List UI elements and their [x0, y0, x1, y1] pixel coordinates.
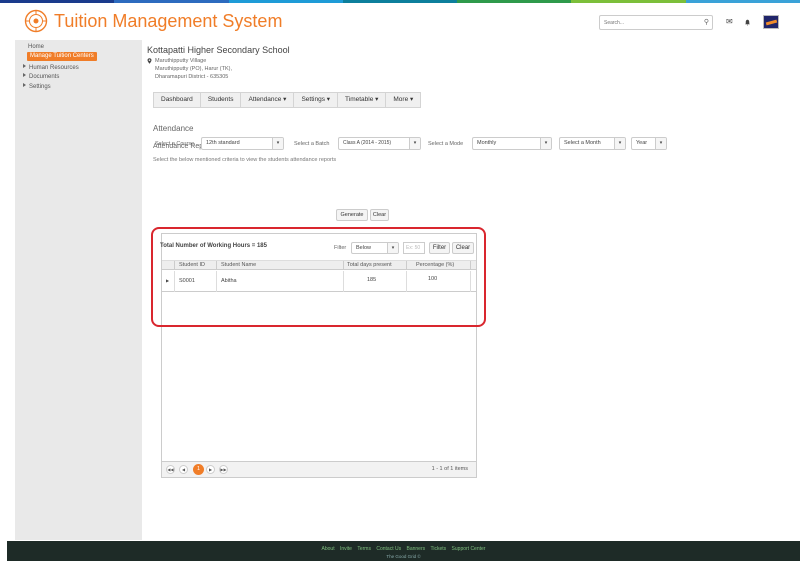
chevron-down-icon: ▾ — [272, 138, 283, 149]
pagination-bar: ◀◀ ◀ 1 ▶ ▶▶ 1 - 1 of 1 items — [162, 461, 476, 477]
prev-page-icon[interactable]: ◀ — [179, 465, 188, 474]
chevron-down-icon: ▾ — [409, 138, 420, 149]
year-select[interactable]: Year ▾ — [631, 137, 667, 150]
copyright-text: The Good Grid © — [386, 554, 421, 559]
tab-settings[interactable]: Settings ▾ — [294, 93, 339, 107]
batch-label: Select a Batch — [294, 141, 330, 147]
chevron-down-icon: ▾ — [540, 138, 551, 149]
footer-link-about[interactable]: About — [322, 546, 335, 552]
mail-icon[interactable]: ✉ — [726, 18, 733, 26]
footer-link-invite[interactable]: Invite — [340, 546, 352, 552]
chevron-right-icon — [23, 73, 26, 77]
month-select[interactable]: Select a Month ▾ — [559, 137, 626, 150]
address-line: Dharamapuri District - 635305 — [155, 74, 229, 80]
chevron-down-icon: ▾ — [614, 138, 625, 149]
sidebar-item-settings[interactable]: Settings — [23, 83, 51, 90]
sidebar-item-label: Human Resources — [29, 65, 79, 71]
tab-more[interactable]: More ▾ — [386, 93, 420, 107]
sidebar-item-label: Settings — [29, 84, 51, 90]
instruction-text: Select the below mentioned criteria to v… — [153, 157, 337, 163]
current-page-button[interactable]: 1 — [193, 464, 204, 475]
batch-select-value: Class A (2014 - 2015) — [343, 140, 392, 146]
section-nav: Dashboard Students Attendance ▾ Settings… — [153, 92, 422, 108]
search-box[interactable]: ⚲ — [599, 15, 713, 30]
chevron-right-icon — [23, 64, 26, 68]
sidebar-item-manage-tuition-centers[interactable]: Manage Tuition Centers — [27, 52, 97, 61]
course-select-value: 12th standard — [206, 140, 240, 146]
page-title: Attendance — [153, 124, 194, 133]
tab-attendance[interactable]: Attendance ▾ — [241, 93, 295, 107]
first-page-icon[interactable]: ◀◀ — [166, 465, 175, 474]
tab-dashboard[interactable]: Dashboard — [154, 93, 201, 107]
last-page-icon[interactable]: ▶▶ — [219, 465, 228, 474]
footer-links: About Invite Terms Contact Us Banners Ti… — [7, 546, 800, 552]
address-line: Maruthipputty Village — [155, 58, 207, 64]
generate-button[interactable]: Generate — [336, 209, 368, 221]
sidebar-item-documents[interactable]: Documents — [23, 73, 59, 80]
highlight-annotation — [151, 227, 486, 327]
footer-link-tickets[interactable]: Tickets — [431, 546, 447, 552]
sidebar-item-human-resources[interactable]: Human Resources — [23, 64, 79, 71]
course-label: Select a Course — [155, 141, 195, 147]
mode-label: Select a Mode — [428, 141, 464, 147]
footer-link-support[interactable]: Support Center — [452, 546, 486, 552]
footer-link-contact[interactable]: Contact Us — [376, 546, 401, 552]
clear-button[interactable]: Clear — [370, 209, 389, 221]
chevron-down-icon: ▾ — [655, 138, 666, 149]
sidebar: Home Manage Tuition Centers Human Resour… — [15, 40, 142, 540]
school-name: Kottapatti Higher Secondary School — [147, 45, 290, 55]
next-page-icon[interactable]: ▶ — [206, 465, 215, 474]
chevron-right-icon — [23, 83, 26, 87]
footer-link-terms[interactable]: Terms — [357, 546, 371, 552]
course-select[interactable]: 12th standard ▾ — [201, 137, 284, 150]
sidebar-item-label: Documents — [29, 74, 60, 80]
footer-link-banners[interactable]: Banners — [406, 546, 425, 552]
footer: About Invite Terms Contact Us Banners Ti… — [7, 541, 800, 561]
app-title: Tuition Management System — [54, 11, 283, 31]
month-select-value: Select a Month — [564, 140, 601, 146]
mode-select[interactable]: Monthly ▾ — [472, 137, 552, 150]
mode-select-value: Monthly — [477, 140, 497, 146]
tab-timetable[interactable]: Timetable ▾ — [338, 93, 387, 107]
search-input[interactable] — [604, 18, 694, 27]
year-select-value: Year — [636, 140, 648, 146]
logo-icon — [24, 9, 48, 33]
location-pin-icon — [147, 58, 152, 64]
search-icon[interactable]: ⚲ — [704, 19, 709, 26]
app-header: Tuition Management System ⚲ ✉ — [0, 3, 800, 40]
pagination-info: 1 - 1 of 1 items — [431, 466, 468, 472]
sidebar-item-home[interactable]: Home — [28, 44, 44, 50]
tab-students[interactable]: Students — [201, 93, 242, 107]
user-avatar[interactable] — [763, 15, 779, 29]
address-line: Maruthipputty (PO), Harur (TK), — [155, 66, 233, 72]
batch-select[interactable]: Class A (2014 - 2015) ▾ — [338, 137, 421, 150]
bell-icon[interactable] — [744, 19, 751, 26]
